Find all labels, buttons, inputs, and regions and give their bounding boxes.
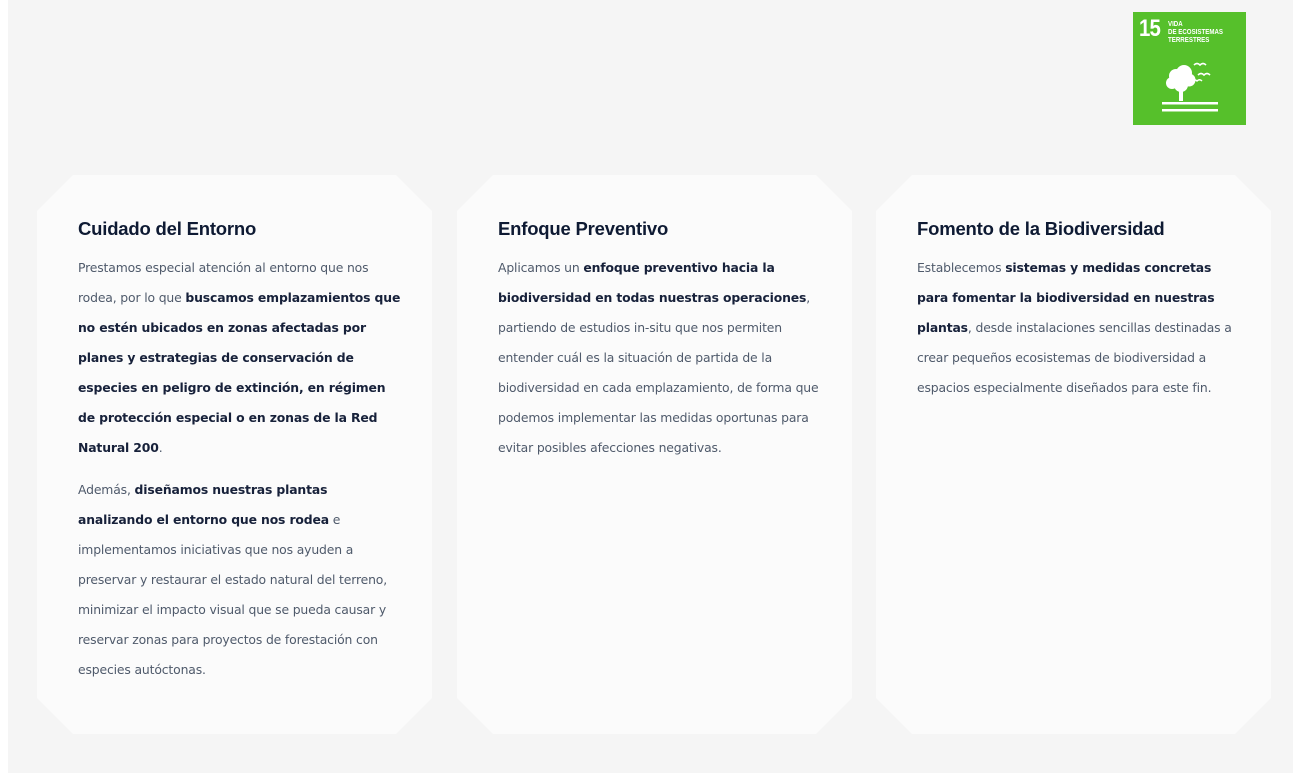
card-title: Cuidado del Entorno [78,218,257,239]
body-text: . [158,440,163,455]
card-title: Fomento de la Biodiversidad [917,218,1165,239]
body-text: , partiendo de estudios in-situ que nos … [498,290,819,455]
body-text: Aplicamos un [498,260,584,275]
sdg-15-badge: 15 VIDA DE ECOSISTEMAS TERRESTRES [1133,12,1246,125]
tree-birds-icon [1162,62,1218,112]
body-text: Además, [78,482,135,497]
card-body: Establecemos sistemas y medidas concreta… [917,253,1241,403]
sdg-title: VIDA DE ECOSISTEMAS TERRESTRES [1168,19,1224,44]
card-cuidado-entorno: Cuidado del Entorno Prestamos especial a… [37,175,432,734]
card-title: Enfoque Preventivo [498,218,669,239]
card-enfoque-preventivo: Enfoque Preventivo Aplicamos un enfoque … [457,175,852,734]
card-paragraph: Prestamos especial atención al entorno q… [78,253,402,463]
card-paragraph: Aplicamos un enfoque preventivo hacia la… [498,253,822,463]
sdg-number: 15 [1139,15,1161,42]
page-background: 15 VIDA DE ECOSISTEMAS TERRESTRES Cuidad… [8,0,1293,773]
body-text: e implementamos iniciativas que nos ayud… [78,512,388,677]
card-paragraph: Además, diseñamos nuestras plantas anali… [78,475,402,685]
card-body: Prestamos especial atención al entorno q… [78,253,402,685]
card-paragraph: Establecemos sistemas y medidas concreta… [917,253,1241,403]
card-fomento-biodiversidad: Fomento de la Biodiversidad Establecemos… [876,175,1271,734]
highlight-text: buscamos emplazamientos que no estén ubi… [78,290,401,455]
body-text: Establecemos [917,260,1006,275]
card-body: Aplicamos un enfoque preventivo hacia la… [498,253,822,463]
